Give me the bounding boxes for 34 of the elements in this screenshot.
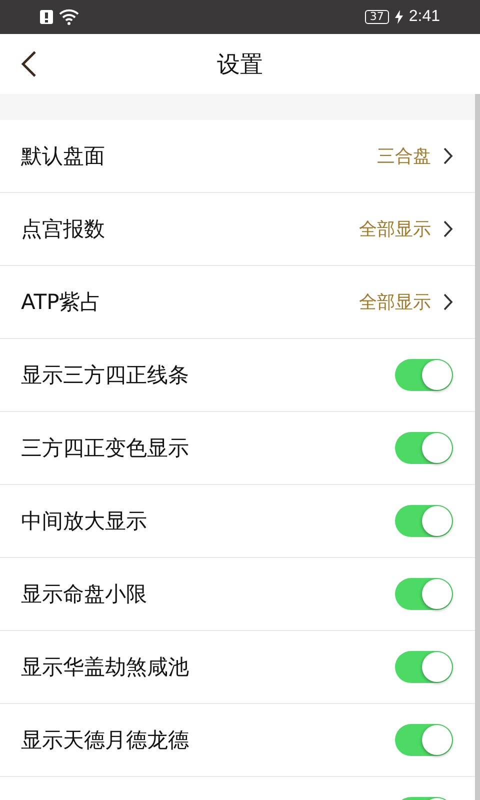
- settings-row[interactable]: 显示华盖劫煞咸池: [0, 631, 475, 704]
- chevron-icon: [443, 147, 453, 165]
- setting-label: ATP紫占: [21, 289, 102, 316]
- setting-label: 三方四正变色显示: [21, 435, 190, 462]
- charging-icon: [394, 10, 403, 24]
- back-icon[interactable]: [21, 50, 37, 78]
- alert-icon: [40, 10, 53, 24]
- toggle-switch[interactable]: [395, 724, 453, 756]
- setting-label: 点宫报数: [21, 216, 106, 243]
- toggle-switch[interactable]: [395, 578, 453, 610]
- toggle-switch[interactable]: [395, 505, 453, 537]
- settings-row[interactable]: 显示三方四正线条: [0, 339, 475, 412]
- settings-row[interactable]: 显示天德月德龙德: [0, 704, 475, 777]
- setting-value: 全部显示: [359, 218, 431, 241]
- toggle-switch[interactable]: [395, 651, 453, 683]
- chevron-icon: [443, 293, 453, 311]
- toggle-switch[interactable]: [395, 359, 453, 391]
- setting-label: 中间放大显示: [21, 508, 148, 535]
- setting-label: 显示华盖劫煞咸池: [21, 654, 190, 681]
- clock-time: 2:41: [408, 8, 440, 26]
- settings-row[interactable]: 中间放大显示: [0, 485, 475, 558]
- chevron-icon: [443, 220, 453, 238]
- toggle-switch[interactable]: [395, 432, 453, 464]
- setting-label: 显示天德月德龙德: [21, 727, 190, 754]
- settings-row[interactable]: 三方四正变色显示: [0, 412, 475, 485]
- page-title: 设置: [217, 50, 263, 80]
- battery-level: 37: [364, 10, 389, 24]
- setting-value: 全部显示: [359, 291, 431, 314]
- setting-value: 三合盘: [377, 145, 431, 168]
- wifi-icon: [59, 9, 79, 25]
- setting-label: 显示命盘小限: [21, 581, 148, 608]
- setting-label: 默认盘面: [21, 143, 106, 170]
- setting-label: 显示三方四正线条: [21, 362, 190, 389]
- settings-row[interactable]: 显示命盘小限: [0, 558, 475, 631]
